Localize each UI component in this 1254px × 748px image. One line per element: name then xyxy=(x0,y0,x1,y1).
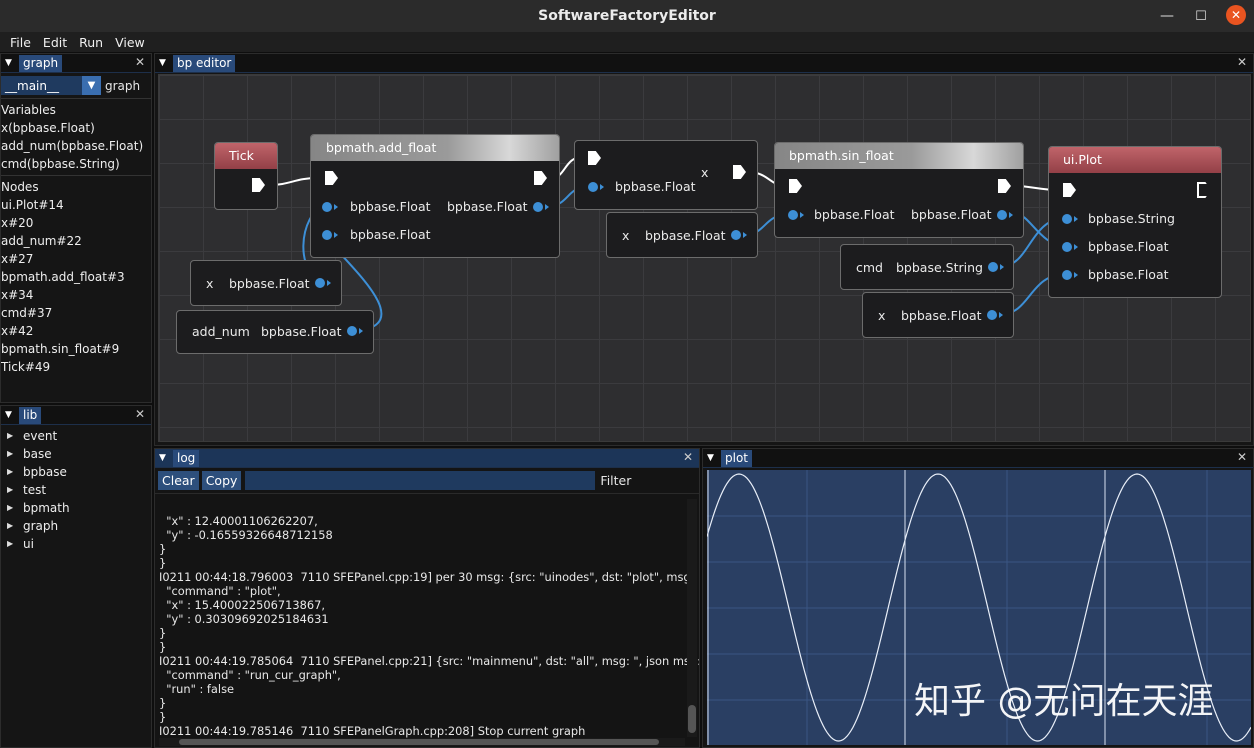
log-toolbar: Clear Copy Filter xyxy=(155,468,699,494)
node-header: bpmath.sin_float xyxy=(775,143,1023,169)
copy-button[interactable]: Copy xyxy=(201,471,242,490)
exec-out-pin-icon[interactable] xyxy=(998,179,1011,193)
tab-log[interactable]: log xyxy=(173,449,200,467)
log-panel-tabbar: ▼ log ✕ xyxy=(155,449,699,468)
node-variable-x[interactable]: x bpbase.Float xyxy=(862,292,1014,338)
var-type: bpbase.Float xyxy=(645,228,726,243)
exec-out-pin-icon[interactable] xyxy=(733,165,746,179)
scrollbar-thumb[interactable] xyxy=(179,739,659,745)
log-panel: ▼ log ✕ Clear Copy Filter "x" : 12.40001… xyxy=(154,448,700,748)
data-pin-icon[interactable] xyxy=(1062,214,1078,224)
node-ui-plot[interactable]: ui.Plot bpbase.String bpbase.Float bpbas… xyxy=(1048,146,1222,298)
var-name: x xyxy=(878,308,886,323)
node-header: Tick xyxy=(215,143,277,169)
exec-in-pin-icon[interactable] xyxy=(1063,183,1076,197)
data-pin-icon[interactable] xyxy=(988,262,1004,272)
node-header: ui.Plot xyxy=(1049,147,1221,173)
data-pin-icon[interactable] xyxy=(987,310,1003,320)
var-type: bpbase.Float xyxy=(229,276,310,291)
data-pin-icon[interactable] xyxy=(588,182,604,192)
pin-label: bpbase.Float xyxy=(447,199,528,214)
data-pin-icon[interactable] xyxy=(1062,270,1078,280)
close-icon[interactable]: ✕ xyxy=(1237,450,1247,464)
collapse-triangle-icon[interactable]: ▼ xyxy=(159,453,169,463)
data-pin-icon[interactable] xyxy=(322,202,338,212)
node-variable-add-num[interactable]: add_num bpbase.Float xyxy=(176,310,374,354)
watermark-text: 知乎 @无问在天涯 xyxy=(914,681,1214,722)
node-variable-x[interactable]: x bpbase.Float xyxy=(190,260,342,306)
pin-label: bpbase.Float xyxy=(615,179,696,194)
node-header: bpmath.add_float xyxy=(311,135,559,161)
exec-out-pin-icon[interactable] xyxy=(252,178,265,192)
log-line: } xyxy=(159,626,167,640)
close-icon[interactable]: ✕ xyxy=(683,450,693,464)
node-sin-float[interactable]: bpmath.sin_float bpbase.Float bpbase.Flo… xyxy=(774,142,1024,238)
node-tick[interactable]: Tick xyxy=(214,142,278,210)
log-line: } xyxy=(159,696,167,710)
node-variable-cmd[interactable]: cmd bpbase.String xyxy=(840,244,1014,290)
log-line: "y" : -0.16559326648712158 xyxy=(159,528,333,542)
pin-label: bpbase.Float xyxy=(1088,239,1169,254)
log-line: I0211 00:44:19.785146 7110 SFEPanelGraph… xyxy=(159,724,586,738)
pin-label: bpbase.Float xyxy=(350,199,431,214)
exec-out-pin-icon[interactable] xyxy=(534,171,547,185)
pin-label: bpbase.String xyxy=(1088,211,1175,226)
tab-plot[interactable]: plot xyxy=(721,449,752,467)
log-line: } xyxy=(159,710,167,724)
log-line: "y" : 0.30309692025184631 xyxy=(159,612,329,626)
log-line: "command" : "plot", xyxy=(159,584,281,598)
node-add-float[interactable]: bpmath.add_float bpbase.Float bpbase.Flo… xyxy=(310,134,560,258)
var-name: cmd xyxy=(856,260,883,275)
log-line: I0211 00:44:19.785064 7110 SFEPanel.cpp:… xyxy=(159,654,700,668)
data-pin-icon[interactable] xyxy=(347,326,363,336)
var-name: x xyxy=(701,165,709,180)
log-line: } xyxy=(159,640,167,654)
var-type: bpbase.String xyxy=(896,260,983,275)
data-pin-icon[interactable] xyxy=(322,230,338,240)
pin-label: bpbase.Float xyxy=(911,207,992,222)
pin-label: bpbase.Float xyxy=(814,207,895,222)
data-pin-icon[interactable] xyxy=(997,210,1013,220)
var-name: add_num xyxy=(192,324,250,339)
exec-out-pin-icon[interactable] xyxy=(1197,182,1211,198)
filter-label: Filter xyxy=(600,473,632,488)
plot-panel-tabbar: ▼ plot ✕ xyxy=(703,449,1253,468)
var-type: bpbase.Float xyxy=(261,324,342,339)
collapse-triangle-icon[interactable]: ▼ xyxy=(707,453,717,463)
data-pin-icon[interactable] xyxy=(731,230,747,240)
data-pin-icon[interactable] xyxy=(788,210,804,220)
data-pin-icon[interactable] xyxy=(315,278,331,288)
exec-in-pin-icon[interactable] xyxy=(588,151,601,165)
var-type: bpbase.Float xyxy=(901,308,982,323)
data-pin-icon[interactable] xyxy=(533,202,549,212)
var-name: x xyxy=(622,228,630,243)
var-name: x xyxy=(206,276,214,291)
node-variable-x[interactable]: x bpbase.Float xyxy=(606,212,758,258)
log-line: } xyxy=(159,556,167,570)
log-line: "run" : false xyxy=(159,682,235,696)
filter-input[interactable] xyxy=(245,471,596,490)
data-pin-icon[interactable] xyxy=(1062,242,1078,252)
log-output: "x" : 12.40001106262207, "y" : -0.165593… xyxy=(159,500,700,747)
exec-in-pin-icon[interactable] xyxy=(325,171,338,185)
scrollbar-thumb[interactable] xyxy=(688,705,696,733)
pin-label: bpbase.Float xyxy=(1088,267,1169,282)
vertical-scrollbar[interactable] xyxy=(687,499,697,737)
log-line: "x" : 12.40001106262207, xyxy=(159,514,318,528)
log-line: "x" : 15.400022506713867, xyxy=(159,598,325,612)
horizontal-scrollbar[interactable] xyxy=(159,738,685,746)
node-reroute[interactable]: x bpbase.Float xyxy=(574,140,758,210)
exec-in-pin-icon[interactable] xyxy=(789,179,802,193)
log-line: } xyxy=(159,542,167,556)
clear-button[interactable]: Clear xyxy=(158,471,199,490)
pin-label: bpbase.Float xyxy=(350,227,431,242)
log-line: I0211 00:44:18.796003 7110 SFEPanel.cpp:… xyxy=(159,570,700,584)
log-line: "command" : "run_cur_graph", xyxy=(159,668,341,682)
